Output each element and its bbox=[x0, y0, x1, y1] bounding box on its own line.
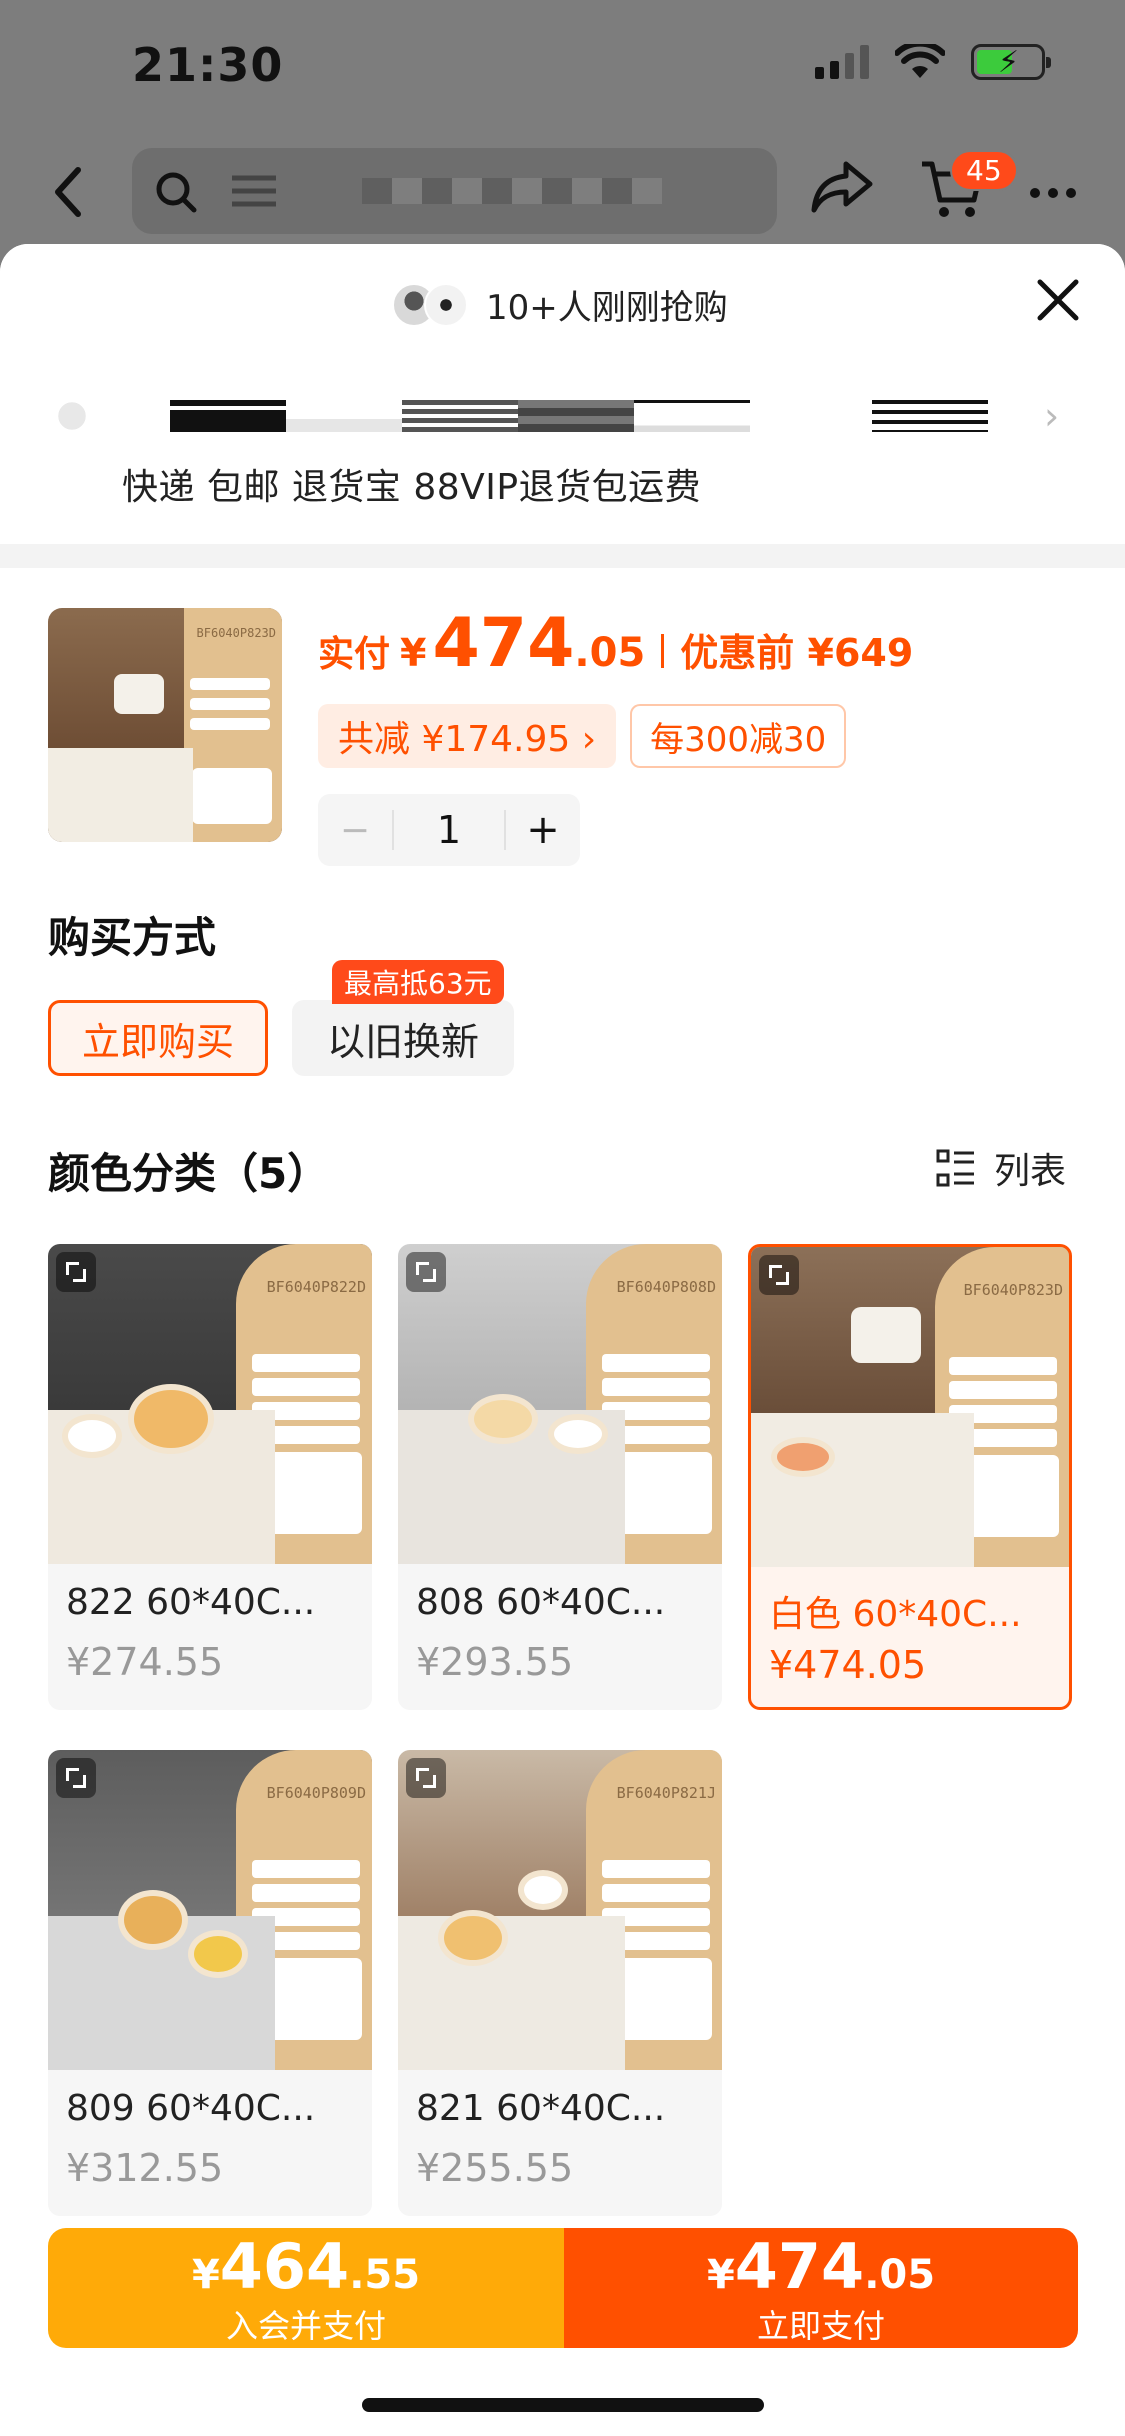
price-line: 实付 ¥ 474 .05 优惠前 ¥649 bbox=[318, 604, 913, 683]
color-option-name: 822 60*40C... bbox=[66, 1582, 316, 1623]
price-integer: 474 bbox=[432, 604, 575, 683]
trade-in-option[interactable]: 以旧换新 bbox=[292, 1000, 514, 1076]
member-price: ¥ 464 .55 bbox=[192, 2230, 420, 2303]
pay-now-price-integer: 474 bbox=[734, 2229, 865, 2303]
member-price-decimal: .55 bbox=[349, 2251, 421, 2298]
search-icon bbox=[156, 172, 197, 213]
sku-sheet: 10+人刚刚抢购 › 快递 包邮 退货宝 88VIP退货包运费 BF6040P8… bbox=[0, 244, 1125, 2436]
expand-icon[interactable] bbox=[759, 1255, 799, 1295]
color-option-name: 821 60*40C... bbox=[416, 2088, 666, 2129]
bottom-action-bar: ¥ 464 .55 入会并支付 ¥ 474 .05 立即支付 bbox=[48, 2228, 1078, 2348]
home-indicator bbox=[362, 2398, 764, 2412]
list-view-label: 列表 bbox=[994, 1151, 1067, 1192]
list-view-icon bbox=[936, 1149, 974, 1187]
original-price: 优惠前 ¥649 bbox=[680, 631, 914, 675]
color-option-name: 809 60*40C... bbox=[66, 2088, 316, 2129]
color-option-image: BF6040P823D bbox=[751, 1247, 1069, 1567]
more-icon[interactable] bbox=[1030, 188, 1076, 198]
expand-icon[interactable] bbox=[406, 1758, 446, 1798]
member-price-currency: ¥ bbox=[191, 2251, 220, 2298]
buy-method-options: 立即购买 以旧换新 最高抵63元 bbox=[0, 960, 1125, 1080]
member-price-integer: 464 bbox=[219, 2229, 350, 2303]
quantity-stepper: − 1 + bbox=[318, 794, 580, 866]
product-thumbnail[interactable]: BF6040P823D bbox=[48, 608, 282, 842]
wifi-icon bbox=[895, 44, 945, 78]
search-placeholder-blur bbox=[362, 178, 662, 204]
promo-rule-chip: 每300减30 bbox=[630, 704, 847, 768]
color-option-price: ¥255.55 bbox=[416, 2146, 574, 2190]
chevron-right-icon[interactable]: › bbox=[1044, 394, 1059, 438]
back-icon[interactable] bbox=[48, 162, 88, 222]
pay-now-price: ¥ 474 .05 bbox=[707, 2230, 935, 2303]
close-icon[interactable] bbox=[1036, 278, 1080, 322]
buyer-avatars bbox=[392, 282, 468, 327]
pay-now-price-currency: ¥ bbox=[706, 2251, 735, 2298]
recent-buyers: 10+人刚刚抢购 bbox=[392, 280, 728, 329]
pay-now-button[interactable]: ¥ 474 .05 立即支付 bbox=[564, 2228, 1078, 2348]
trade-in-tag: 最高抵63元 bbox=[332, 960, 504, 1004]
recent-buyers-text: 10+人刚刚抢购 bbox=[486, 288, 728, 328]
color-option-price: ¥474.05 bbox=[769, 1643, 927, 1687]
sku-code: BF6040P808D bbox=[616, 1278, 716, 1296]
battery-icon: ⚡ bbox=[971, 44, 1051, 80]
color-option-price: ¥293.55 bbox=[416, 1640, 574, 1684]
total-discount-chip[interactable]: 共减 ¥174.95 › bbox=[318, 704, 617, 768]
pay-now-price-decimal: .05 bbox=[864, 2251, 936, 2298]
cart-count-badge: 45 bbox=[950, 150, 1018, 191]
list-view-toggle[interactable]: 列表 bbox=[936, 1142, 1066, 1194]
status-time: 21:30 bbox=[132, 38, 284, 92]
increase-button[interactable]: + bbox=[506, 807, 580, 853]
color-option-image: BF6040P822D bbox=[48, 1244, 372, 1564]
color-option-809[interactable]: BF6040P809D 809 60*40C... ¥312.55 bbox=[48, 1750, 372, 2216]
service-tags: 快递 包邮 退货宝 88VIP退货包运费 bbox=[122, 467, 702, 508]
price-decimal: .05 bbox=[574, 630, 646, 676]
share-icon[interactable] bbox=[810, 158, 876, 214]
price-currency: ¥ bbox=[400, 631, 427, 675]
color-option-name: 白色 60*40C... bbox=[769, 1594, 1022, 1635]
pay-now-label: 立即支付 bbox=[756, 2306, 885, 2345]
promo-chips: 共减 ¥174.95 › 每300减30 bbox=[318, 704, 847, 768]
join-member-pay-button[interactable]: ¥ 464 .55 入会并支付 bbox=[48, 2228, 564, 2348]
color-option-name: 808 60*40C... bbox=[416, 1582, 666, 1623]
search-box[interactable] bbox=[132, 148, 777, 234]
color-option-price: ¥312.55 bbox=[66, 2146, 224, 2190]
status-icons: ⚡ bbox=[815, 44, 1051, 80]
price-separator bbox=[661, 634, 665, 668]
color-option-821[interactable]: BF6040P821J 821 60*40C... ¥255.55 bbox=[398, 1750, 722, 2216]
decrease-button[interactable]: − bbox=[318, 810, 392, 851]
expand-icon[interactable] bbox=[56, 1252, 96, 1292]
sheet-header: 10+人刚刚抢购 › 快递 包邮 退货宝 88VIP退货包运费 bbox=[0, 244, 1125, 544]
menu-lines-icon bbox=[232, 175, 276, 207]
quantity-value[interactable]: 1 bbox=[392, 810, 506, 850]
color-option-image: BF6040P821J bbox=[398, 1750, 722, 2070]
price-label: 实付 bbox=[318, 634, 391, 675]
cellular-signal-icon bbox=[815, 45, 869, 79]
sku-code: BF6040P822D bbox=[266, 1278, 366, 1296]
selected-product-row: BF6040P823D 实付 ¥ 474 .05 优惠前 ¥649 共减 ¥17… bbox=[0, 568, 1125, 868]
sku-code: BF6040P823D bbox=[963, 1281, 1063, 1299]
color-option-price: ¥274.55 bbox=[66, 1640, 224, 1684]
status-bar: 21:30 ⚡ bbox=[0, 0, 1125, 140]
sku-code: BF6040P821J bbox=[616, 1784, 716, 1802]
expand-icon[interactable] bbox=[406, 1252, 446, 1292]
top-nav: 45 bbox=[0, 140, 1125, 250]
color-option-white[interactable]: BF6040P823D 白色 60*40C... ¥474.05 bbox=[748, 1244, 1072, 1710]
color-option-822[interactable]: BF6040P822D 822 60*40C... ¥274.55 bbox=[48, 1244, 372, 1710]
color-option-image: BF6040P808D bbox=[398, 1244, 722, 1564]
member-pay-label: 入会并支付 bbox=[225, 2306, 386, 2345]
divider-band bbox=[0, 544, 1125, 568]
buy-now-option[interactable]: 立即购买 bbox=[48, 1000, 268, 1076]
buy-method-title: 购买方式 bbox=[48, 913, 217, 962]
color-option-image: BF6040P809D bbox=[48, 1750, 372, 2070]
service-logo-strip bbox=[50, 392, 1050, 436]
color-option-808[interactable]: BF6040P808D 808 60*40C... ¥293.55 bbox=[398, 1244, 722, 1710]
expand-icon[interactable] bbox=[56, 1758, 96, 1798]
sku-code: BF6040P809D bbox=[266, 1784, 366, 1802]
color-section-title: 颜色分类（5） bbox=[48, 1149, 330, 1198]
